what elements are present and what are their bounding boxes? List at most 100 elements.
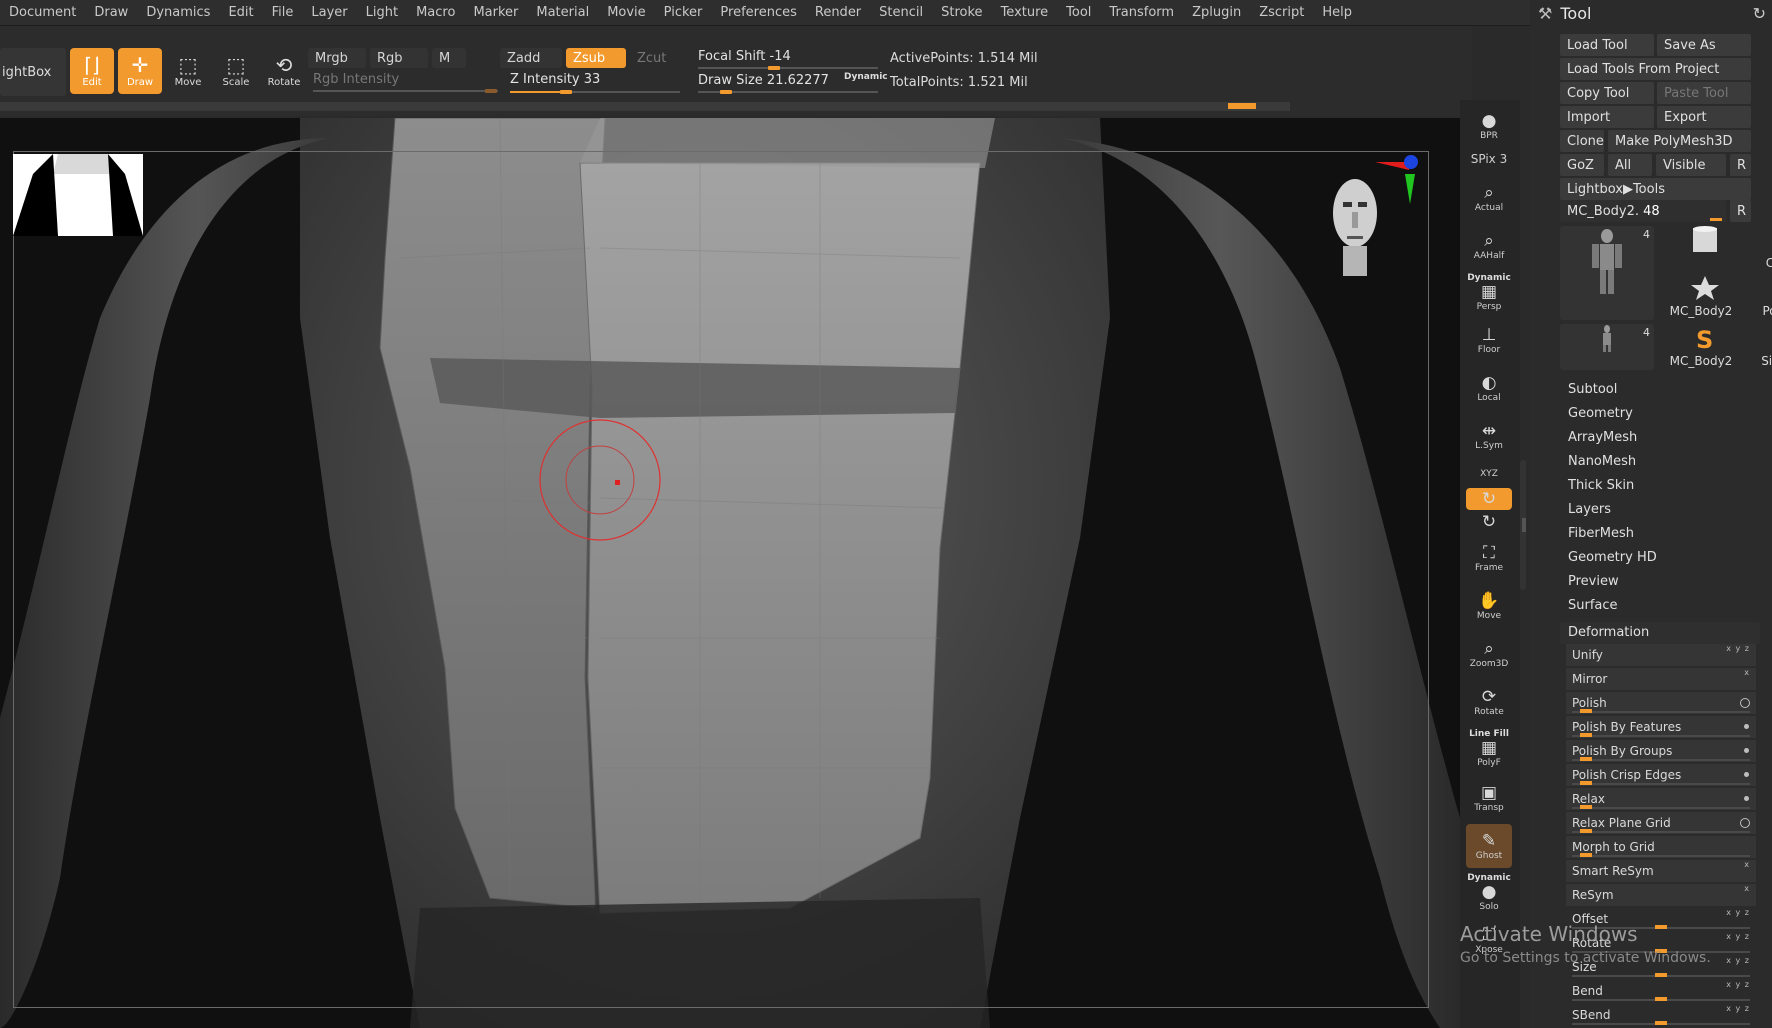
rotate-mode-button[interactable]: ⟲ Rotate — [262, 48, 306, 94]
document-canvas[interactable] — [0, 118, 1460, 1028]
section-fibermesh[interactable]: FiberMesh — [1568, 526, 1634, 541]
polyf-button[interactable]: Line Fill ▦ PolyF — [1466, 726, 1512, 770]
section-nanomesh[interactable]: NanoMesh — [1568, 454, 1636, 469]
menu-transform[interactable]: Transform — [1100, 5, 1183, 20]
toggle-dot-icon[interactable] — [1744, 748, 1749, 753]
slider-track[interactable] — [1572, 757, 1750, 761]
rotate-view-button[interactable]: ⟳ Rotate — [1466, 680, 1512, 724]
axis-toggles[interactable]: x y z — [1726, 644, 1750, 653]
mrgb-toggle[interactable]: Mrgb — [308, 48, 366, 68]
solo-button[interactable]: Dynamic ● Solo — [1466, 870, 1512, 914]
deform-polish-crisp-edges[interactable]: Polish Crisp Edges — [1566, 764, 1756, 786]
menu-tool[interactable]: Tool — [1057, 5, 1100, 20]
slider-track[interactable] — [1572, 829, 1750, 833]
section-geometry-hd[interactable]: Geometry HD — [1568, 550, 1657, 565]
menu-movie[interactable]: Movie — [598, 5, 654, 20]
refresh-icon[interactable]: ↻ — [1753, 4, 1766, 23]
menu-picker[interactable]: Picker — [655, 5, 712, 20]
axis-toggles[interactable]: x y z — [1726, 980, 1750, 989]
edit-mode-button[interactable]: ⌈⌋ Edit — [70, 48, 114, 94]
deform-mirror[interactable]: Mirror x — [1566, 668, 1756, 690]
slider-track[interactable] — [1572, 805, 1750, 809]
dynamic-size-toggle[interactable]: Dynamic — [844, 72, 888, 82]
slider-knob[interactable] — [1655, 973, 1667, 977]
slider-knob[interactable] — [1580, 781, 1592, 785]
tool-thumb-mc-body2[interactable]: 4 MC_Body2 — [1560, 226, 1732, 320]
ghost-button[interactable]: ✎ Ghost — [1466, 824, 1512, 868]
xpose-button[interactable]: ⛶ Xpose — [1466, 918, 1512, 962]
slider-knob[interactable] — [1655, 925, 1667, 929]
axis-toggles[interactable]: x — [1744, 860, 1750, 869]
import-button[interactable]: Import — [1560, 106, 1654, 128]
section-arraymesh[interactable]: ArrayMesh — [1568, 430, 1637, 445]
slider-knob[interactable] — [1655, 997, 1667, 1001]
move-view-button[interactable]: ✋ Move — [1466, 584, 1512, 628]
menu-macro[interactable]: Macro — [407, 5, 464, 20]
toggle-dot-icon[interactable] — [1744, 796, 1749, 801]
slider-track[interactable] — [1572, 1021, 1750, 1025]
zoom3d-button[interactable]: ⌕ Zoom3D — [1466, 632, 1512, 676]
menu-preferences[interactable]: Preferences — [711, 5, 805, 20]
menu-draw[interactable]: Draw — [85, 5, 137, 20]
draw-mode-button[interactable]: ✛ Draw — [118, 48, 162, 94]
slider-track[interactable] — [1572, 925, 1750, 929]
menu-dynamics[interactable]: Dynamics — [137, 5, 219, 20]
section-subtool[interactable]: Subtool — [1568, 382, 1617, 397]
move-mode-button[interactable]: ⬚ Move — [166, 48, 210, 94]
menu-light[interactable]: Light — [357, 5, 407, 20]
axis-toggles[interactable]: x y z — [1726, 1004, 1750, 1013]
deform-resym[interactable]: ReSym x — [1566, 884, 1756, 906]
bpr-button[interactable]: ● BPR — [1466, 104, 1512, 148]
shelf-scroll-thumb[interactable] — [1522, 518, 1526, 532]
slider-track[interactable] — [1572, 949, 1750, 953]
current-tool-slider[interactable]: MC_Body2. 48 — [1560, 200, 1726, 222]
menu-render[interactable]: Render — [806, 5, 870, 20]
axis-toggles[interactable]: x y z — [1726, 932, 1750, 941]
section-geometry[interactable]: Geometry — [1568, 406, 1633, 421]
tool-thumb-polymesh3d[interactable]: PolyMesh3D — [1658, 274, 1772, 320]
tool-palette-header[interactable]: ⚒ Tool ↻ — [1538, 2, 1766, 24]
export-button[interactable]: Export — [1657, 106, 1751, 128]
aahalf-button[interactable]: ⌕ AAHalf — [1466, 224, 1512, 268]
toggle-dot-icon[interactable] — [1744, 772, 1749, 777]
zcut-toggle[interactable]: Zcut — [630, 48, 670, 68]
menu-help[interactable]: Help — [1313, 5, 1361, 20]
section-surface[interactable]: Surface — [1568, 598, 1618, 613]
slider-track[interactable] — [1572, 781, 1750, 785]
navigator-thumbnail[interactable] — [13, 154, 143, 236]
local-button[interactable]: ◐ Local — [1466, 366, 1512, 410]
spix-slider[interactable]: SPix 3 — [1466, 148, 1512, 170]
section-layers[interactable]: Layers — [1568, 502, 1611, 517]
deform-bend[interactable]: Bend x y z — [1566, 980, 1756, 1002]
menu-layer[interactable]: Layer — [302, 5, 356, 20]
load-tool-button[interactable]: Load Tool — [1560, 34, 1654, 56]
goz-button[interactable]: GoZ — [1560, 154, 1604, 176]
toggle-circle-icon[interactable] — [1740, 698, 1750, 708]
scale-mode-button[interactable]: ⬚ Scale — [214, 48, 258, 94]
frame-button[interactable]: ⛶ Frame — [1466, 536, 1512, 580]
deformation-header[interactable]: Deformation — [1560, 622, 1760, 644]
axis-toggles[interactable]: x y z — [1726, 908, 1750, 917]
slider-knob[interactable] — [1655, 949, 1667, 953]
goz-r-button[interactable]: R — [1730, 154, 1751, 176]
menu-stroke[interactable]: Stroke — [932, 5, 991, 20]
save-as-button[interactable]: Save As — [1657, 34, 1751, 56]
slider-track[interactable] — [1572, 973, 1750, 977]
menu-texture[interactable]: Texture — [992, 5, 1058, 20]
deform-rotate[interactable]: Rotate x y z — [1566, 932, 1756, 954]
actual-button[interactable]: ⌕ Actual — [1466, 176, 1512, 220]
deform-smart-resym[interactable]: Smart ReSym x — [1566, 860, 1756, 882]
slider-knob[interactable] — [1580, 733, 1592, 737]
lightbox-tools-button[interactable]: Lightbox▶Tools — [1560, 178, 1751, 200]
deform-polish-by-groups[interactable]: Polish By Groups — [1566, 740, 1756, 762]
lightbox-button[interactable]: ightBox — [0, 48, 66, 96]
rgb-intensity-slider[interactable]: Rgb Intensity — [313, 72, 498, 93]
slider-track[interactable] — [1572, 709, 1750, 713]
deform-size[interactable]: Size x y z — [1566, 956, 1756, 978]
deform-morph-to-grid[interactable]: Morph to Grid — [1566, 836, 1756, 858]
slider-knob[interactable] — [1655, 1021, 1667, 1025]
deform-polish[interactable]: Polish — [1566, 692, 1756, 714]
goz-visible-button[interactable]: Visible — [1656, 154, 1726, 176]
copy-tool-button[interactable]: Copy Tool — [1560, 82, 1654, 104]
deform-unify[interactable]: Unify x y z — [1566, 644, 1756, 666]
